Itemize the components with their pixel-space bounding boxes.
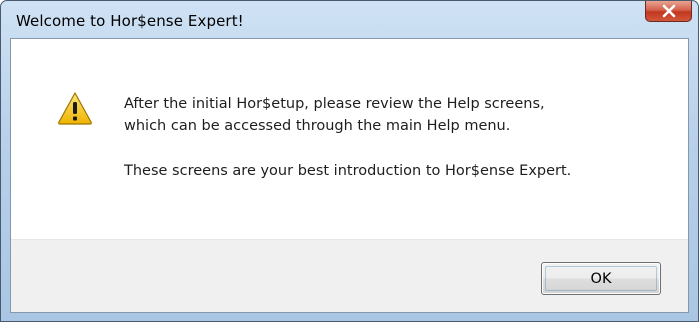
dialog-body: After the initial Hor$etup, please revie… xyxy=(10,38,689,313)
message-area: After the initial Hor$etup, please revie… xyxy=(11,39,688,239)
close-icon xyxy=(662,4,676,18)
message-line-1: After the initial Hor$etup, please revie… xyxy=(124,96,545,112)
close-button[interactable] xyxy=(645,1,692,22)
warning-icon xyxy=(58,92,92,125)
message-line-3: These screens are your best introduction… xyxy=(124,163,572,179)
message-line-2: which can be accessed through the main H… xyxy=(124,118,511,134)
title-bar[interactable]: Welcome to Hor$ense Expert! xyxy=(1,1,698,39)
dialog-window: Welcome to Hor$ense Expert! After the in… xyxy=(0,0,699,322)
ok-button-label: OK xyxy=(590,270,612,287)
ok-button[interactable]: OK xyxy=(541,262,661,295)
button-bar: OK xyxy=(11,239,688,312)
window-title: Welcome to Hor$ense Expert! xyxy=(16,12,244,30)
